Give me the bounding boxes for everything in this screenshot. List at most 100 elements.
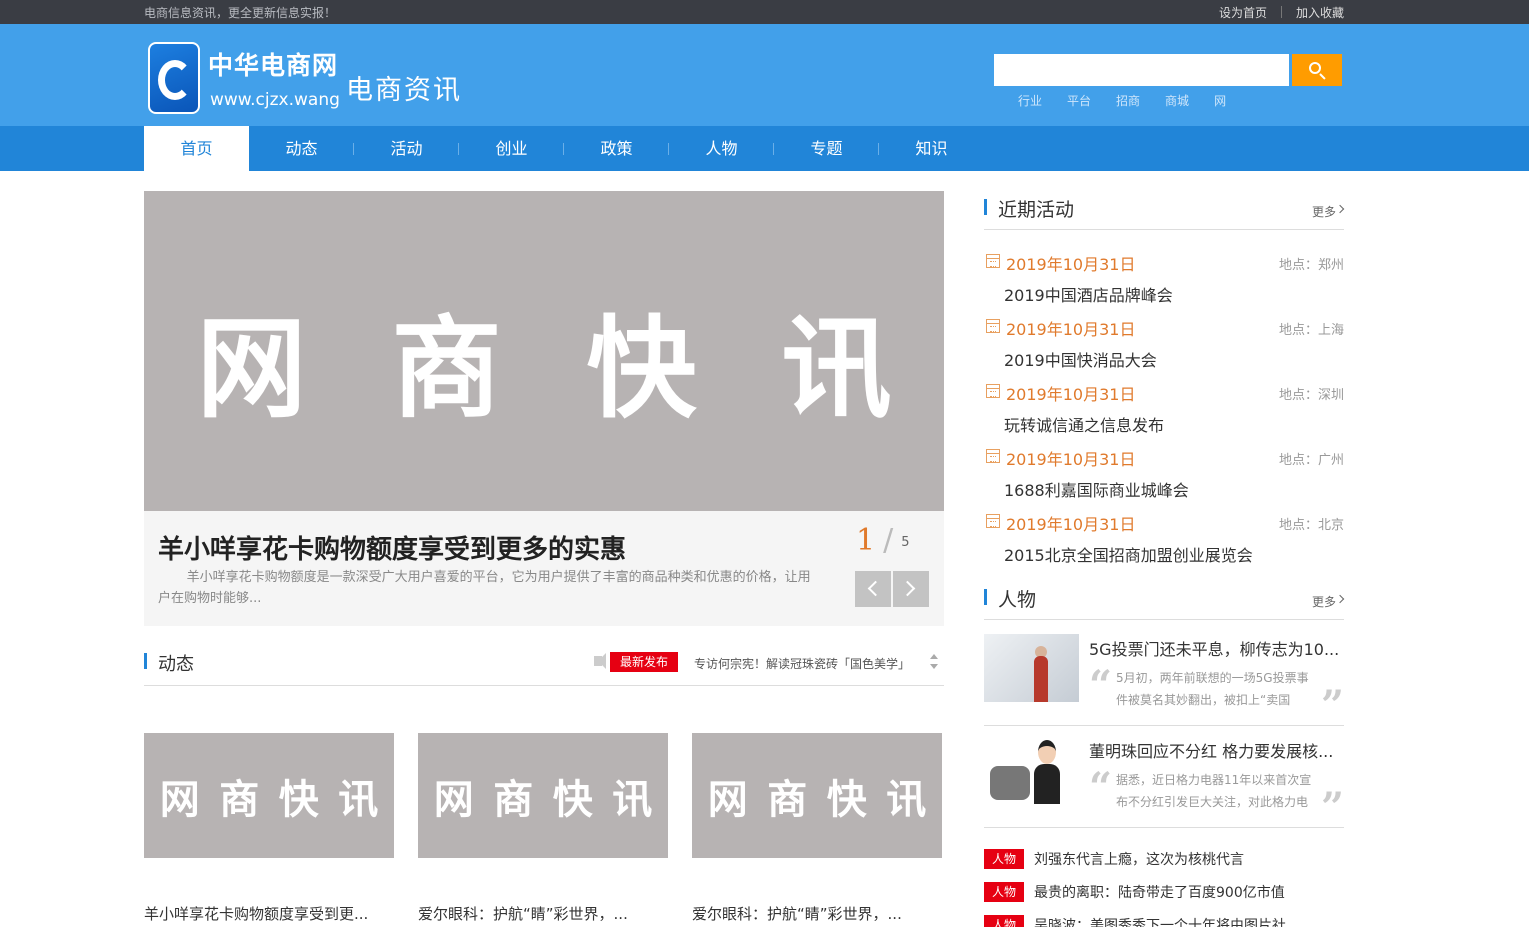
- card-title[interactable]: 爱尔眼科：护航“睛”彩世界，...: [692, 903, 942, 924]
- event-title[interactable]: 2019中国快消品大会: [1004, 347, 1157, 371]
- category-tag: 人物: [984, 914, 1025, 927]
- next-slide-button[interactable]: [893, 571, 929, 607]
- nav-zhuanti[interactable]: 专题: [774, 126, 879, 171]
- logo-url[interactable]: www.cjzx.wang: [210, 90, 340, 110]
- banner-title[interactable]: 羊小咩享花卡购物额度享受到更多的实惠: [158, 529, 626, 566]
- people-list: 人物 刘强东代言上瘾，这次为核桃代言 人物 最贵的离职：陆奇带走了百度900亿市…: [984, 842, 1344, 927]
- nav-renwu[interactable]: 人物: [669, 126, 774, 171]
- list-item-title[interactable]: 最贵的离职：陆奇带走了百度900亿市值: [1034, 882, 1334, 902]
- banner-image-text: 网 商 快 讯: [196, 305, 892, 433]
- calendar-icon: [986, 514, 1000, 528]
- person-feature: 5G投票门还未平息，柳传志为10... “ 5月初，两年前联想的一场5G投票事件…: [984, 634, 1344, 726]
- quote-open-icon: “: [1089, 764, 1113, 811]
- event-item: 2019年10月31日 地点：郑州 2019中国酒店品牌峰会: [984, 242, 1344, 307]
- search-button[interactable]: [1292, 54, 1342, 86]
- list-item-title[interactable]: 吴晓波：美图秀秀下一个十年将由图片社: [1034, 915, 1334, 927]
- calendar-icon: [986, 254, 1000, 268]
- event-item: 2019年10月31日 地点：北京 2015北京全国招商加盟创业展览会: [984, 502, 1344, 567]
- card-title[interactable]: 羊小咩享花卡购物额度享受到更...: [144, 903, 394, 924]
- banner-caption: 羊小咩享花卡购物额度享受到更多的实惠 羊小咩享花卡购物额度是一款深受广大用户喜爱…: [144, 511, 944, 626]
- nav-huodong[interactable]: 活动: [354, 126, 459, 171]
- person-title[interactable]: 董明珠回应不分红 格力要发展核...: [1089, 738, 1344, 762]
- events-more-link[interactable]: 更多: [1312, 203, 1336, 220]
- category-tag: 人物: [984, 881, 1025, 902]
- news-card[interactable]: 网商快讯 爱尔眼科：护航“睛”彩世界，...: [692, 733, 942, 924]
- event-title[interactable]: 2019中国酒店品牌峰会: [1004, 282, 1173, 306]
- speaker-icon: [594, 653, 606, 669]
- event-date: 2019年10月31日: [1006, 320, 1136, 339]
- nav-zhengce[interactable]: 政策: [564, 126, 669, 171]
- total-slides: 5: [901, 535, 910, 550]
- event-date: 2019年10月31日: [1006, 515, 1136, 534]
- people-section: 人物 更多 5G投票门还未平息，柳传志为10... “ 5月初，两年前联想的一场…: [984, 581, 1345, 927]
- hot-word[interactable]: 招商: [1116, 92, 1140, 109]
- event-location: 地点：郑州: [1278, 258, 1344, 273]
- chevron-left-icon: [867, 580, 884, 597]
- section-title: 电商资讯: [346, 75, 462, 106]
- people-title: 人物: [998, 589, 1037, 611]
- event-date: 2019年10月31日: [1006, 450, 1136, 469]
- section-marker: [144, 653, 147, 669]
- event-location: 地点：上海: [1278, 323, 1344, 338]
- banner-pager: 1 / 5: [856, 523, 909, 558]
- news-ticker[interactable]: 专访何宗宪！解读冠珠瓷砖「国色美学」: [694, 655, 910, 672]
- event-item: 2019年10月31日 地点：上海 2019中国快消品大会: [984, 307, 1344, 372]
- events-list: 2019年10月31日 地点：郑州 2019中国酒店品牌峰会 2019年10月3…: [984, 242, 1344, 567]
- logo-name[interactable]: 中华电商网: [208, 46, 338, 82]
- hot-word[interactable]: 平台: [1067, 92, 1091, 109]
- chevron-right-icon: [1335, 204, 1345, 214]
- top-bar: 电商信息资讯，更全更新信息实报！ 设为首页 加入收藏: [0, 0, 1529, 24]
- event-location: 地点：北京: [1278, 518, 1344, 533]
- search-input[interactable]: [994, 54, 1289, 86]
- section-marker: [984, 589, 987, 605]
- main-nav: 首页 动态 活动 创业 政策 人物 专题 知识: [0, 126, 1529, 171]
- news-card[interactable]: 网商快讯 羊小咩享花卡购物额度享受到更...: [144, 733, 394, 924]
- calendar-icon: [986, 384, 1000, 398]
- news-card[interactable]: 网商快讯 爱尔眼科：护航“睛”彩世界，...: [418, 733, 668, 924]
- category-tag: 人物: [984, 848, 1025, 869]
- nav-chuangye[interactable]: 创业: [459, 126, 564, 171]
- event-title[interactable]: 玩转诚信通之信息发布: [1004, 412, 1164, 436]
- left-column: 网 商 快 讯 羊小咩享花卡购物额度享受到更多的实惠 羊小咩享花卡购物额度是一款…: [144, 191, 944, 927]
- hot-word[interactable]: 商城: [1165, 92, 1189, 109]
- person-photo[interactable]: [984, 634, 1079, 702]
- site-logo-icon[interactable]: [148, 42, 200, 114]
- quote-close-icon: ”: [1320, 784, 1344, 831]
- site-header: 中华电商网 www.cjzx.wang 电商资讯 行业 平台 招商 商城 网: [0, 24, 1529, 126]
- prev-slide-button[interactable]: [855, 571, 891, 607]
- event-location: 地点：广州: [1278, 453, 1344, 468]
- quote-close-icon: ”: [1320, 682, 1344, 729]
- people-more-link[interactable]: 更多: [1312, 593, 1336, 610]
- banner-image[interactable]: 网 商 快 讯: [144, 191, 944, 511]
- card-image: 网商快讯: [144, 733, 394, 858]
- events-header: 近期活动 更多: [984, 191, 1345, 230]
- chevron-right-icon: [899, 580, 916, 597]
- set-home-link[interactable]: 设为首页: [1205, 4, 1281, 21]
- site-slogan: 电商信息资讯，更全更新信息实报！: [144, 5, 337, 20]
- event-title[interactable]: 2015北京全国招商加盟创业展览会: [1004, 542, 1253, 566]
- person-photo[interactable]: [984, 736, 1079, 804]
- chevron-right-icon: [1335, 594, 1345, 604]
- events-title: 近期活动: [998, 199, 1075, 221]
- person-desc: 5月初，两年前联想的一场5G投票事件被莫名其妙翻出，被扣上“卖国: [1116, 671, 1309, 707]
- dongtai-title: 动态: [158, 654, 194, 675]
- hot-word[interactable]: 行业: [1018, 92, 1042, 109]
- search-icon: [1309, 62, 1321, 74]
- nav-dongtai[interactable]: 动态: [249, 126, 354, 171]
- event-title[interactable]: 1688利嘉国际商业城峰会: [1004, 477, 1189, 501]
- person-feature: 董明珠回应不分红 格力要发展核... “ 据悉，近日格力电器11年以来首次宣布不…: [984, 726, 1344, 828]
- dongtai-cards: 网商快讯 羊小咩享花卡购物额度享受到更... 网商快讯 爱尔眼科：护航“睛”彩世…: [144, 733, 942, 924]
- card-title[interactable]: 爱尔眼科：护航“睛”彩世界，...: [418, 903, 668, 924]
- hot-word[interactable]: 网: [1214, 92, 1226, 109]
- event-item: 2019年10月31日 地点：深圳 玩转诚信通之信息发布: [984, 372, 1344, 437]
- ticker-scroll-icon[interactable]: [930, 652, 938, 672]
- nav-zhishi[interactable]: 知识: [879, 126, 984, 171]
- main-content: 网 商 快 讯 羊小咩享花卡购物额度享受到更多的实惠 羊小咩享花卡购物额度是一款…: [0, 171, 1529, 927]
- banner-desc: 羊小咩享花卡购物额度是一款深受广大用户喜爱的平台，它为用户提供了丰富的商品种类和…: [158, 570, 811, 606]
- card-image: 网商快讯: [692, 733, 942, 858]
- person-title[interactable]: 5G投票门还未平息，柳传志为10...: [1089, 636, 1344, 660]
- latest-badge: 最新发布: [610, 652, 679, 672]
- nav-home[interactable]: 首页: [144, 126, 249, 171]
- add-favorite-link[interactable]: 加入收藏: [1282, 4, 1344, 21]
- list-item-title[interactable]: 刘强东代言上瘾，这次为核桃代言: [1034, 849, 1334, 869]
